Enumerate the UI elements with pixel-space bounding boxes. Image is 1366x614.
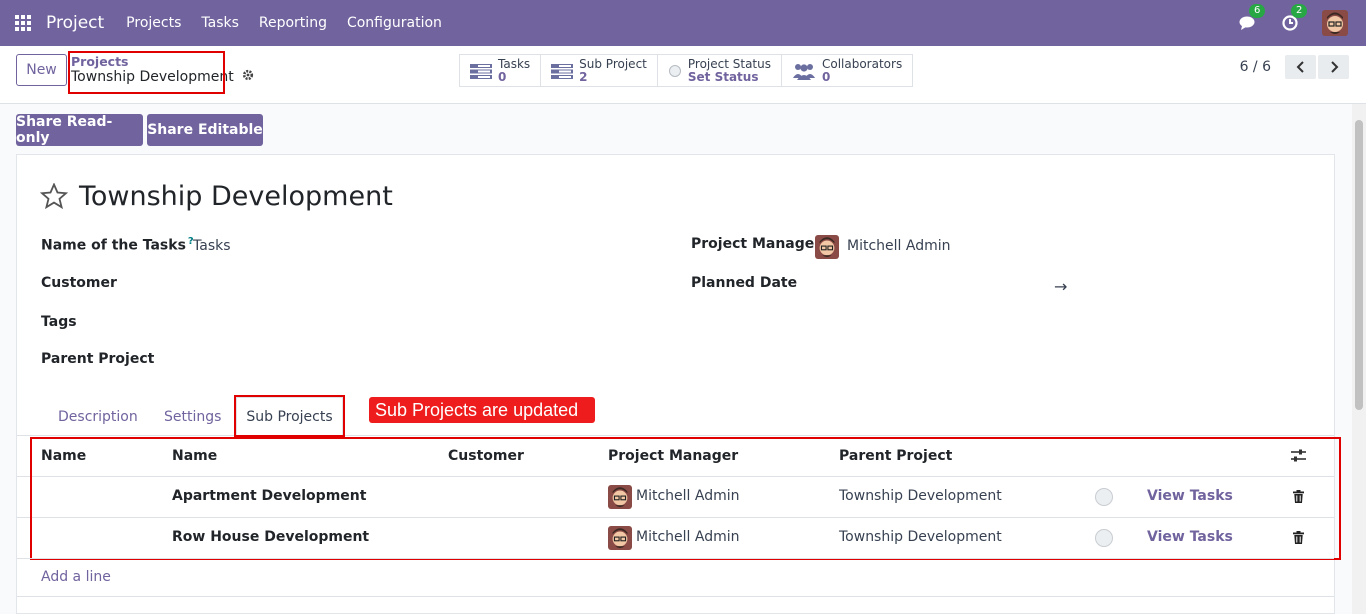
activities-badge: 2	[1291, 4, 1308, 18]
row-divider	[17, 596, 1334, 597]
activities-icon[interactable]: 2	[1280, 4, 1308, 33]
tabs-divider	[17, 435, 1334, 436]
page-scrollbar[interactable]	[1352, 104, 1366, 614]
smart-value: 0	[821, 69, 831, 84]
pager-next-button[interactable]	[1318, 55, 1349, 79]
field-label-project-manager: Project Manager	[691, 236, 822, 252]
tab-settings[interactable]: Settings	[164, 409, 221, 425]
field-label-planned-date: Planned Date	[691, 275, 798, 291]
smart-button-collaborators[interactable]: Collaborators 0	[782, 55, 912, 86]
favorite-star-icon[interactable]	[39, 182, 69, 213]
date-range-arrow-icon: →	[1054, 277, 1068, 296]
field-label-tags: Tags	[41, 314, 77, 330]
field-label-parent-project: Parent Project	[41, 351, 155, 367]
smart-label: Tasks	[498, 56, 531, 71]
row-divider	[17, 558, 1334, 559]
annotation-callout: Sub Projects are updated	[369, 397, 595, 423]
status-circle-icon	[668, 64, 682, 78]
new-button[interactable]: New	[16, 54, 67, 86]
chevron-left-icon	[1296, 61, 1304, 73]
tab-description[interactable]: Description	[58, 409, 138, 425]
field-value-name-of-tasks[interactable]: Tasks	[193, 238, 231, 254]
menu-configuration[interactable]: Configuration	[347, 15, 442, 31]
share-editable-button[interactable]: Share Editable	[147, 114, 263, 146]
messages-icon[interactable]: 6	[1238, 4, 1266, 33]
smart-button-tasks[interactable]: Tasks 0	[460, 55, 542, 86]
app-name[interactable]: Project	[46, 13, 104, 33]
pager: 6 / 6	[1240, 55, 1349, 79]
table-highlight-box	[30, 437, 1341, 560]
users-icon	[792, 62, 816, 80]
apps-menu-icon[interactable]	[0, 0, 46, 46]
field-label-customer: Customer	[41, 275, 117, 291]
menu-tasks[interactable]: Tasks	[201, 15, 239, 31]
breadcrumb-highlight-box	[68, 51, 225, 94]
tasks-icon	[470, 63, 492, 79]
share-read-only-button[interactable]: Share Read-only	[16, 114, 143, 146]
add-a-line-button[interactable]: Add a line	[41, 569, 111, 585]
chevron-right-icon	[1330, 61, 1338, 73]
smart-value: Set Status	[687, 69, 759, 84]
smart-button-sub-project[interactable]: Sub Project 2	[541, 55, 658, 86]
smart-value: 0	[498, 69, 507, 84]
top-navbar: Project Projects Tasks Reporting Configu…	[0, 0, 1366, 46]
tab-highlight-box	[234, 395, 345, 437]
scrollbar-thumb[interactable]	[1355, 120, 1363, 410]
pager-previous-button[interactable]	[1285, 55, 1316, 79]
gear-icon[interactable]	[242, 69, 254, 86]
tasks-icon	[551, 63, 574, 79]
smart-button-project-status[interactable]: Project Status Set Status	[658, 55, 782, 86]
field-value-project-manager[interactable]: Mitchell Admin	[847, 238, 951, 254]
avatar	[815, 235, 839, 259]
smart-label: Project Status	[687, 56, 771, 71]
label-text: Name of the Tasks	[41, 237, 186, 254]
pager-value[interactable]: 6 / 6	[1240, 59, 1271, 75]
smart-buttons: Tasks 0 Sub Project 2 Project Status Set St…	[459, 54, 914, 87]
project-title[interactable]: Township Development	[79, 181, 393, 212]
messages-badge: 6	[1249, 4, 1266, 18]
menu-projects[interactable]: Projects	[126, 15, 181, 31]
field-label-name-of-tasks: Name of the Tasks?	[41, 236, 194, 254]
smart-value: 2	[579, 69, 588, 84]
smart-label: Collaborators	[821, 56, 903, 71]
smart-label: Sub Project	[579, 56, 647, 71]
menu-reporting[interactable]: Reporting	[259, 15, 327, 31]
user-avatar[interactable]	[1322, 10, 1348, 36]
